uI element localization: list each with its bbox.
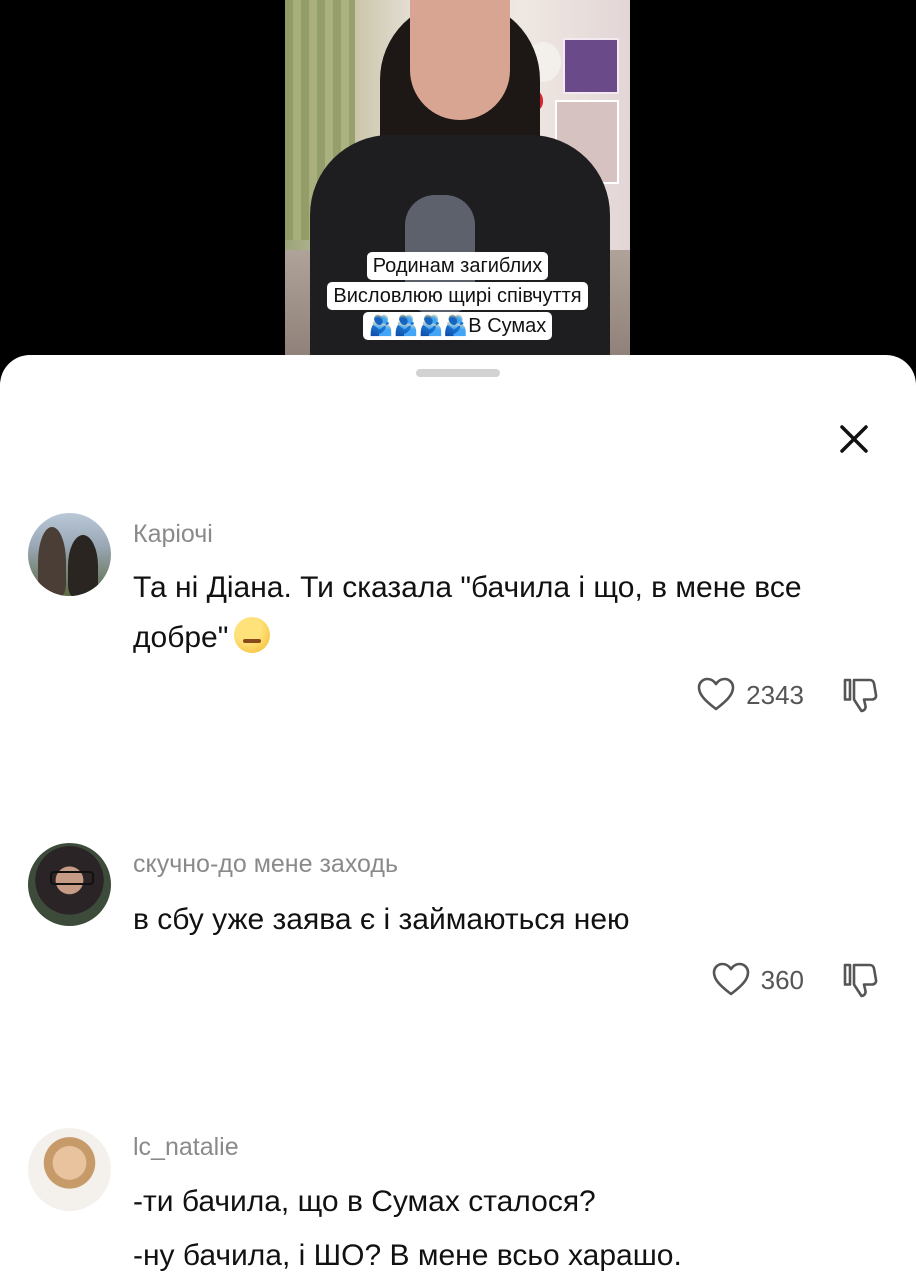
comment-actions: 2343 <box>696 675 880 715</box>
comment-actions: 360 <box>711 960 880 1000</box>
thumbs-down-icon <box>843 678 878 713</box>
avatar-glasses <box>50 871 94 885</box>
couple-photo-avatar[interactable] <box>28 513 111 596</box>
sheet-drag-handle[interactable] <box>416 369 500 377</box>
close-icon <box>840 425 868 453</box>
heart-icon <box>712 962 749 996</box>
comment-username[interactable]: скучно-до мене заходь <box>133 850 398 879</box>
video-poster <box>563 38 619 94</box>
comment-username[interactable]: lc_natalie <box>133 1133 239 1162</box>
heart-icon <box>697 677 735 711</box>
comment-text-content: Та ні Діана. Ти сказала "бачила і що, в … <box>133 571 802 654</box>
thumbs-down-icon <box>843 963 878 998</box>
comment-text: Та ні Діана. Ти сказала "бачила і що, в … <box>133 563 873 663</box>
caption-line: Родинам загиблих <box>366 252 549 280</box>
avatar-person <box>38 527 66 596</box>
like-button[interactable]: 2343 <box>696 675 840 715</box>
dislike-button[interactable] <box>840 675 880 715</box>
woman-portrait-avatar[interactable] <box>28 1128 111 1211</box>
avatar-person <box>68 535 98 596</box>
video-frame[interactable]: Родинам загиблих Висловлюю щирі співчутт… <box>285 0 630 370</box>
comments-sheet: Каріочі Та ні Діана. Ти сказала "бачила … <box>0 355 916 1280</box>
video-caption: Родинам загиблих Висловлюю щирі співчутт… <box>285 252 630 340</box>
comment-text-line: -ти бачила, що в Сумах сталося? <box>133 1185 596 1218</box>
caption-line: Висловлюю щирі співчуття <box>327 282 588 310</box>
comment-username[interactable]: Каріочі <box>133 520 213 549</box>
like-button[interactable]: 360 <box>711 960 840 1000</box>
girl-glasses-avatar[interactable] <box>28 843 111 926</box>
like-count: 360 <box>760 964 804 995</box>
video-person-face <box>410 0 510 120</box>
comment-text: -ти бачила, що в Сумах сталося? -ну бачи… <box>133 1175 873 1280</box>
comment-text: в сбу уже заява є і займаються нею <box>133 903 630 936</box>
like-count: 2343 <box>746 679 804 710</box>
close-button[interactable] <box>832 417 876 461</box>
caption-line: 🫂🫂🫂🫂В Сумах <box>362 312 553 340</box>
comment-text-line: -ну бачила, і ШО? В мене всьо харашо. <box>133 1239 682 1272</box>
dislike-button[interactable] <box>840 960 880 1000</box>
smirking-face-emoji <box>234 617 271 653</box>
video-player[interactable]: Родинам загиблих Висловлюю щирі співчутт… <box>0 0 916 370</box>
